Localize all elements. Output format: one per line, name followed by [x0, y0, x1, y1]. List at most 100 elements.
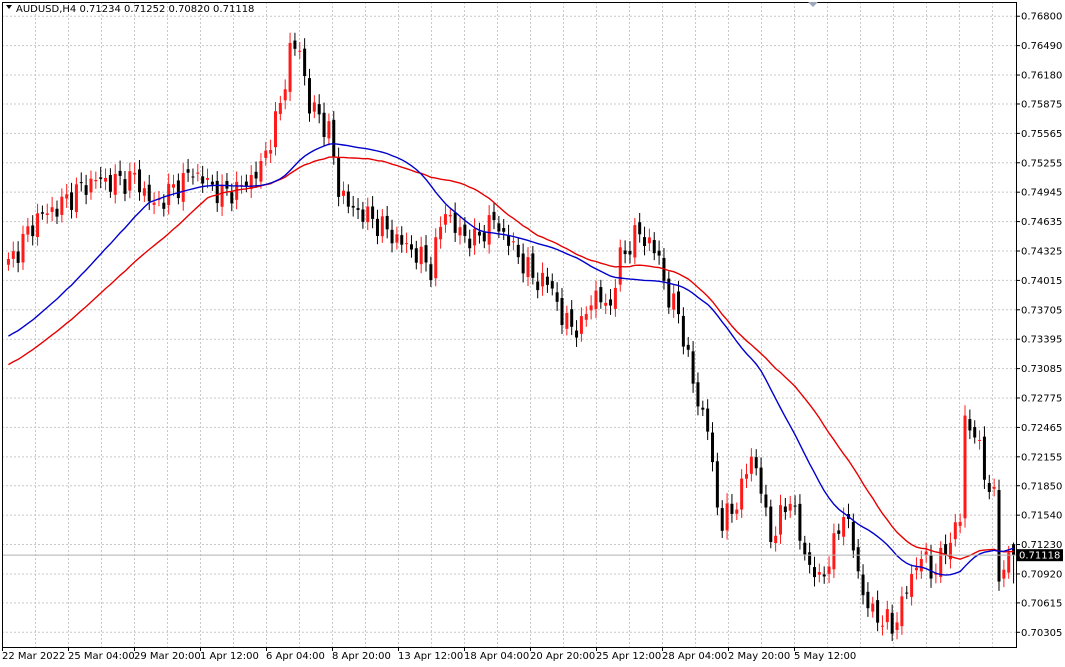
candle-bear: [628, 250, 632, 255]
candle-bull: [327, 121, 331, 139]
y-tick-label: 0.72775: [1021, 394, 1062, 405]
candle-bull: [992, 486, 996, 489]
candle-bull: [541, 272, 545, 287]
y-tick-label: 0.72155: [1021, 452, 1062, 463]
candle-bear: [147, 184, 151, 202]
candle-bear: [997, 490, 1001, 582]
x-tick-label: 20 Apr 20:00: [530, 651, 595, 662]
candle-bear: [492, 211, 496, 221]
candle-bear: [186, 169, 190, 173]
y-tick-label: 0.70615: [1021, 598, 1062, 609]
y-tick-label: 0.73705: [1021, 305, 1062, 316]
candle-bull: [89, 178, 93, 193]
candle-bull: [36, 213, 40, 238]
y-tick-label: 0.74635: [1021, 217, 1062, 228]
candle-bull: [919, 558, 923, 572]
candle-bear: [973, 427, 977, 438]
candle-bull: [434, 237, 438, 279]
y-tick-label: 0.70305: [1021, 628, 1062, 639]
candle-bull: [774, 535, 778, 544]
candle-bear: [677, 291, 681, 315]
candle-bear: [414, 248, 418, 263]
candle-bull: [405, 243, 409, 245]
candle-bull: [94, 180, 98, 182]
candle-bear: [84, 185, 88, 195]
candle-bull: [953, 522, 957, 540]
symbol-header: AUDUSD,H4 0.71234 0.71252 0.70820 0.7111…: [16, 4, 254, 15]
candle-bull: [871, 603, 875, 612]
candle-bear: [536, 281, 540, 291]
candle-bear: [453, 212, 457, 233]
candle-bull: [181, 172, 185, 202]
x-tick-label: 25 Apr 12:00: [596, 651, 661, 662]
y-tick-label: 0.76180: [1021, 71, 1062, 82]
candle-bull: [1002, 569, 1006, 579]
candle-bear: [138, 169, 142, 193]
candle-bull: [511, 241, 515, 243]
candle-bull: [958, 521, 962, 526]
candle-bull: [565, 312, 569, 329]
candle-bull: [978, 439, 982, 441]
candle-bear: [497, 223, 501, 232]
y-tick-label: 0.74325: [1021, 246, 1062, 257]
y-tick-label: 0.74015: [1021, 276, 1062, 287]
candle-bull: [341, 190, 345, 196]
candle-bear: [16, 251, 20, 263]
candle-bull: [273, 111, 277, 148]
candle-bear: [201, 176, 205, 184]
candle-bull: [963, 415, 967, 519]
candle-bear: [638, 222, 642, 235]
candle-bull: [778, 505, 782, 535]
candle-bear: [876, 600, 880, 623]
candle-bear: [837, 530, 841, 534]
price-chart[interactable]: 0.76800 0.76490 0.76180 0.75875 0.75565 0.752…: [0, 0, 1065, 663]
candle-bull: [633, 225, 637, 258]
candle-bear: [463, 224, 467, 236]
candle-bull: [613, 287, 617, 309]
candle-bear: [783, 506, 787, 513]
candle-bear: [215, 180, 219, 204]
candle-bear: [754, 457, 758, 469]
candle-bear: [409, 244, 413, 250]
candle-bear: [40, 212, 44, 214]
candle-bear: [1012, 544, 1016, 556]
candle-bear: [575, 330, 579, 338]
candle-bull: [366, 206, 370, 223]
candle-bear: [720, 508, 724, 531]
candle-bear: [351, 205, 355, 208]
candle-bear: [769, 506, 773, 543]
candle-bear: [332, 119, 336, 157]
candle-bull: [380, 216, 384, 237]
candle-bear: [706, 408, 710, 432]
y-tick-label: 0.73395: [1021, 335, 1062, 346]
candle-bear: [531, 253, 535, 278]
candle-bull: [60, 196, 64, 215]
candle-bear: [230, 192, 234, 204]
candle-bear: [390, 229, 394, 244]
candle-bear: [337, 158, 341, 197]
x-tick-label: 25 Mar 04:00: [68, 651, 135, 662]
chart-canvas[interactable]: 0.76800 0.76490 0.76180 0.75875 0.75565 0.752…: [0, 0, 1065, 663]
candle-bull: [419, 246, 423, 265]
candle-bear: [482, 232, 486, 242]
x-tick-label: 5 May 12:00: [794, 651, 856, 662]
candle-bear: [599, 287, 603, 303]
chart-background: [0, 0, 1065, 663]
candle-bear: [346, 191, 350, 207]
candle-bear: [803, 542, 807, 555]
candle-bear: [162, 202, 166, 209]
candle-bear: [31, 225, 35, 237]
candle-bull: [220, 184, 224, 207]
candle-bull: [749, 456, 753, 474]
candle-bear: [856, 547, 860, 572]
candle-bear: [477, 231, 481, 236]
x-tick-label: 1 Apr 12:00: [200, 651, 259, 662]
candle-bear: [866, 591, 870, 609]
candle-bull: [50, 207, 54, 212]
candle-bull: [842, 517, 846, 537]
candle-bear: [851, 521, 855, 551]
candle-bear: [123, 179, 127, 194]
candle-bear: [424, 245, 428, 263]
candle-bear: [375, 218, 379, 236]
candle-bear: [609, 299, 613, 306]
